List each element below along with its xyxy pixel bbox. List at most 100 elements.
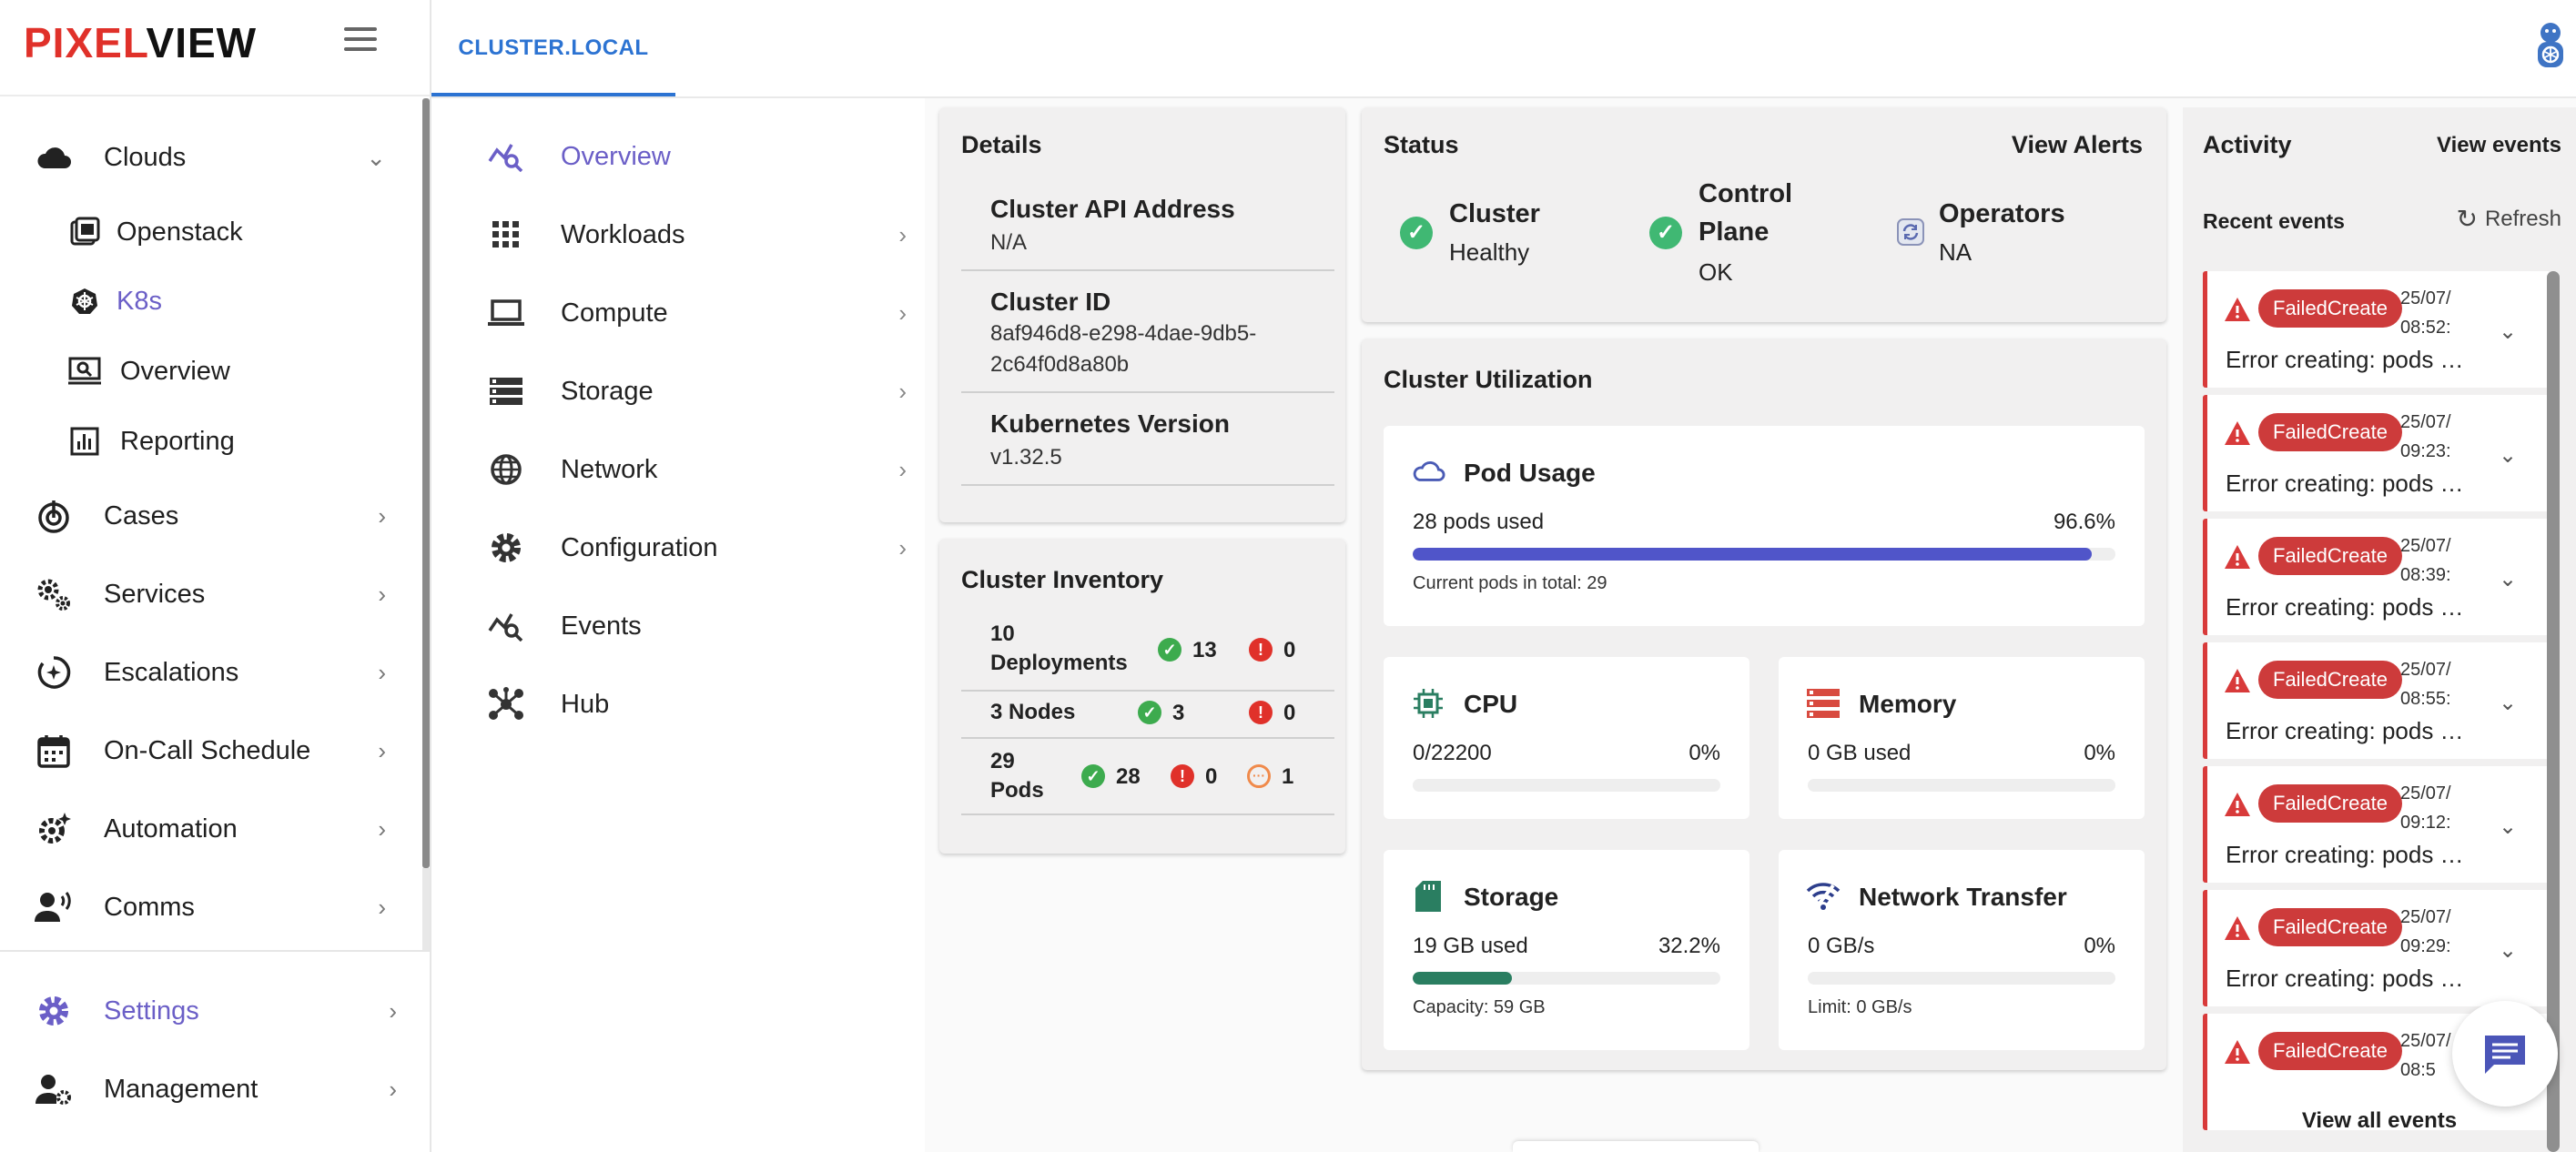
chevron-right-icon: › (389, 996, 397, 1025)
sd-card-icon (1411, 879, 1445, 914)
network-transfer-note: Limit: 0 GB/s (1808, 997, 1912, 1017)
chevron-down-icon[interactable]: ⌄ (2499, 442, 2517, 469)
menu-item-overview[interactable]: Overview (431, 127, 914, 186)
row-divider (961, 813, 1334, 815)
automation-gear-icon (35, 810, 73, 848)
brand-logo[interactable]: PIXELVIEW (24, 18, 257, 67)
menu-item-workloads[interactable]: Workloads › (431, 206, 914, 264)
event-item[interactable]: FailedCreate25/07/2 08:52:4 Error creating… (2203, 271, 2551, 388)
cloud-icon (35, 138, 73, 177)
storage-percent: 32.2% (1658, 934, 1720, 958)
view-alerts-link[interactable]: View Alerts (2012, 131, 2143, 159)
cluster-id-value-1: 8af946d8-e298-4dae-9db5- (990, 321, 1257, 346)
event-message: Error creating: pods … (2226, 965, 2464, 992)
menu-item-events[interactable]: Events (431, 597, 914, 655)
chevron-right-icon: › (378, 736, 386, 764)
sidebar-item-k8s[interactable]: K8s (0, 269, 419, 333)
event-item[interactable]: FailedCreate25/07/2 08:55: Error creating:… (2203, 642, 2551, 759)
sidebar-item-automation[interactable]: Automation › (0, 797, 419, 861)
sidebar-item-on-call-schedule[interactable]: On-Call Schedule › (0, 719, 419, 783)
details-card: Details Cluster API Address N/A Cluster … (939, 107, 1345, 522)
hub-icon (488, 686, 524, 723)
chevron-down-icon[interactable]: ⌄ (2499, 690, 2517, 716)
sidebar-item-reporting[interactable]: Reporting (0, 409, 419, 473)
chevron-right-icon: › (378, 893, 386, 921)
menu-item-label: Hub (561, 689, 610, 719)
sidebar-divider (0, 95, 431, 96)
brand-part-2: VIEW (146, 19, 258, 66)
menu-toggle-icon[interactable] (344, 27, 377, 55)
sidebar-item-openstack[interactable]: Openstack (0, 200, 419, 264)
operators-icon (1897, 218, 1924, 246)
sidebar-item-comms[interactable]: Comms › (0, 875, 419, 939)
chevron-down-icon: ⌄ (366, 143, 386, 171)
nodes-ok-count: 3 (1172, 701, 1185, 725)
event-time: 09:23:1 (2400, 441, 2451, 461)
storage-panel: Storage 19 GB used 32.2% Capacity: 59 GB (1384, 850, 1749, 1050)
event-item[interactable]: FailedCreate25/07/2 08:39:1 Error creating… (2203, 519, 2551, 635)
check-icon: ✓ (1138, 701, 1161, 724)
pod-usage-panel: Pod Usage 28 pods used 96.6% Current pod… (1384, 426, 2145, 626)
sidebar-item-label: Comms (104, 892, 195, 922)
event-timestamp: 25/07/08:5 (2400, 1026, 2451, 1085)
menu-item-storage[interactable]: Storage › (431, 362, 914, 420)
view-all-events-link[interactable]: View all events (2183, 1108, 2576, 1134)
top-bar: CLUSTER.LOCAL (431, 0, 2576, 98)
memory-bar (1808, 779, 2115, 792)
inventory-deployments-label: Deployments (990, 651, 1128, 675)
sidebar-item-escalations[interactable]: Escalations › (0, 641, 419, 704)
sidebar-item-label: Services (104, 579, 206, 609)
menu-item-compute[interactable]: Compute › (431, 284, 914, 342)
avatar[interactable] (2530, 20, 2571, 73)
chat-button[interactable] (2452, 1001, 2558, 1107)
chevron-down-icon[interactable]: ⌄ (2499, 813, 2517, 840)
inventory-title: Cluster Inventory (961, 566, 1164, 593)
menu-item-label: Storage (561, 376, 654, 406)
event-date: 25/07/2 (2400, 660, 2451, 680)
pods-error-count: 0 (1205, 764, 1218, 789)
chevron-down-icon[interactable]: ⌄ (2499, 318, 2517, 345)
gear-icon (488, 530, 524, 566)
bottom-tab-handle (1513, 1141, 1759, 1152)
pod-usage-note: Current pods in total: 29 (1413, 573, 1607, 593)
sidebar-item-management[interactable]: Management › (0, 1057, 419, 1121)
network-transfer-title: Network Transfer (1859, 883, 2067, 911)
event-type-badge: FailedCreate (2258, 289, 2402, 328)
tab-cluster-local[interactable]: CLUSTER.LOCAL (431, 0, 675, 96)
sidebar-item-overview[interactable]: Overview (0, 339, 419, 403)
sidebar-item-cases[interactable]: Cases › (0, 484, 419, 548)
memory-title: Memory (1859, 690, 1957, 718)
menu-item-network[interactable]: Network › (431, 440, 914, 499)
inventory-deployments-count: 10 (990, 621, 1015, 646)
activity-scrollbar[interactable] (2547, 271, 2560, 1152)
refresh-button[interactable]: ↻ Refresh (2456, 204, 2561, 234)
sidebar-item-label: Escalations (104, 657, 239, 687)
network-transfer-bar (1808, 972, 2115, 985)
menu-item-configuration[interactable]: Configuration › (431, 519, 914, 577)
nodes-error-count: 0 (1283, 701, 1296, 725)
cpu-bar (1413, 779, 1720, 792)
event-time: 08:55: (2400, 689, 2451, 709)
chevron-down-icon[interactable]: ⌄ (2499, 937, 2517, 964)
view-events-link[interactable]: View events (2437, 133, 2561, 158)
warning-icon (2225, 793, 2250, 816)
sidebar-item-clouds[interactable]: Clouds ⌄ (0, 126, 419, 189)
event-date: 25/07/2 (2400, 288, 2451, 308)
activity-panel: Activity View events Recent events ↻ Ref… (2183, 107, 2576, 1152)
event-timestamp: 25/07/2 09:29:1 (2400, 903, 2451, 961)
sidebar-item-settings[interactable]: Settings › (0, 979, 419, 1043)
chevron-right-icon: › (378, 501, 386, 530)
event-item[interactable]: FailedCreate25/07/2 09:29:1 Error creating… (2203, 890, 2551, 1006)
network-transfer-percent: 0% (2084, 934, 2115, 958)
event-item[interactable]: FailedCreate25/07/2 09:12:3 Error creating… (2203, 766, 2551, 883)
chevron-down-icon[interactable]: ⌄ (2499, 566, 2517, 592)
chat-icon (2485, 1036, 2525, 1074)
sidebar-item-services[interactable]: Services › (0, 562, 419, 626)
event-item[interactable]: FailedCreate25/07/2 09:23:1 Error creating… (2203, 395, 2551, 511)
memory-panel: Memory 0 GB used 0% (1779, 657, 2145, 819)
sidebar-scrollbar[interactable] (422, 98, 430, 868)
event-date: 25/07/ (2400, 1031, 2451, 1051)
wifi-icon (1806, 879, 1841, 914)
refresh-label: Refresh (2484, 206, 2561, 231)
menu-item-hub[interactable]: Hub (431, 675, 914, 733)
